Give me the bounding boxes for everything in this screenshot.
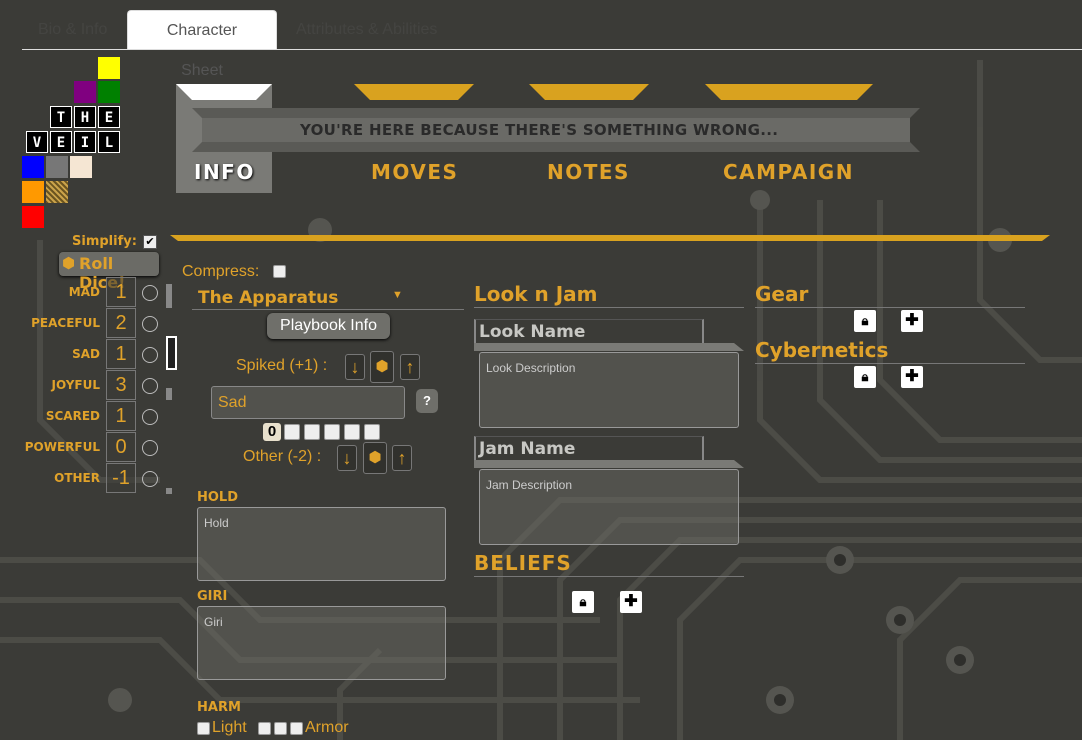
attr-label-mad: MAD [68, 285, 100, 299]
spiked-down-arrow-icon[interactable]: ↓ [345, 354, 365, 380]
attr-radio-mad[interactable] [142, 285, 158, 301]
gear-title: Gear [755, 282, 1025, 308]
harm-checkbox[interactable] [258, 722, 271, 735]
chevron-down-icon: ▼ [392, 289, 403, 301]
cybernetics-lock-icon[interactable]: 🔒︎ [854, 366, 876, 388]
gear-add-icon[interactable]: ✚ [901, 310, 923, 332]
help-button[interactable]: ? [416, 389, 438, 413]
spiked-dice-icon[interactable]: ⬢ [370, 351, 394, 383]
attr-value-powerful[interactable]: 0 [106, 432, 136, 462]
jam-name-field[interactable]: Jam Name [474, 436, 744, 469]
harm-light-checkbox[interactable] [197, 722, 210, 735]
playbook-info-button[interactable]: Playbook Info [267, 313, 390, 339]
giri-textarea[interactable]: Giri [197, 606, 446, 680]
attr-label-other: OTHER [54, 471, 100, 485]
dice-icon: ⬢ [62, 255, 76, 272]
harm-light-label: Light [212, 719, 247, 736]
beliefs-title: BELIEFS [474, 551, 744, 577]
nav-banner-text: YOU'RE HERE BECAUSE THERE'S SOMETHING WR… [300, 121, 779, 139]
counter-checkbox[interactable] [324, 424, 340, 440]
attr-radio-peaceful[interactable] [142, 316, 158, 332]
spiked-attribute-input[interactable]: Sad [211, 386, 405, 419]
scroll-marker [166, 388, 172, 400]
field-underline [474, 460, 744, 468]
field-underline [474, 343, 744, 351]
cybernetics-add-icon[interactable]: ✚ [901, 366, 923, 388]
scroll-marker-active[interactable] [166, 336, 177, 370]
look-n-jam-title: Look n Jam [474, 282, 744, 308]
jam-name-placeholder: Jam Name [479, 439, 576, 459]
attr-radio-powerful[interactable] [142, 440, 158, 456]
compress-checkbox[interactable] [273, 265, 286, 278]
tab-notes[interactable]: NOTES [547, 160, 630, 184]
look-name-placeholder: Look Name [479, 322, 586, 342]
compress-label: Compress: [182, 263, 260, 280]
counter-checkbox[interactable] [344, 424, 360, 440]
jam-description-textarea[interactable]: Jam Description [479, 469, 739, 545]
tab-info[interactable]: INFO [194, 160, 255, 184]
beliefs-lock-icon[interactable]: 🔒︎ [572, 591, 594, 613]
spiked-label: Spiked (+1) : [236, 357, 328, 374]
attr-value-scared[interactable]: 1 [106, 401, 136, 431]
harm-armor-checkbox[interactable] [290, 722, 303, 735]
other-down-arrow-icon[interactable]: ↓ [337, 445, 357, 471]
attr-value-mad[interactable]: 1 [106, 277, 136, 307]
other-label: Other (-2) : [243, 448, 322, 465]
scroll-marker [166, 488, 172, 494]
simplify-label: Simplify: [72, 234, 137, 249]
tab-campaign[interactable]: CAMPAIGN [723, 160, 854, 184]
attr-label-joyful: JOYFUL [51, 378, 100, 392]
attr-label-scared: SCARED [45, 409, 100, 423]
attr-label-sad: SAD [72, 347, 100, 361]
harm-checkbox[interactable] [274, 722, 287, 735]
tab-bio-info[interactable]: Bio & Info [22, 10, 123, 50]
harm-armor-label: Armor [305, 719, 349, 736]
tab-character-sheet[interactable]: Character Sheet [127, 10, 277, 79]
harm-title: HARM [197, 700, 241, 715]
simplify-checkbox[interactable]: ✔ [143, 235, 157, 249]
look-description-textarea[interactable]: Look Description [479, 352, 739, 428]
attr-radio-scared[interactable] [142, 409, 158, 425]
attr-label-powerful: POWERFUL [24, 440, 100, 454]
attr-value-sad[interactable]: 1 [106, 339, 136, 369]
attr-label-peaceful: PEACEFUL [31, 316, 100, 330]
hold-textarea[interactable]: Hold [197, 507, 446, 581]
spiked-up-arrow-icon[interactable]: ↑ [400, 354, 420, 380]
beliefs-add-icon[interactable]: ✚ [620, 591, 642, 613]
attr-value-peaceful[interactable]: 2 [106, 308, 136, 338]
attr-radio-sad[interactable] [142, 347, 158, 363]
roll-dice-button[interactable]: ⬢ Roll Dice! [59, 252, 159, 292]
counter-value[interactable]: 0 [263, 423, 281, 441]
other-dice-icon[interactable]: ⬢ [363, 442, 387, 474]
attr-value-other[interactable]: -1 [106, 463, 136, 493]
counter-checkbox[interactable] [364, 424, 380, 440]
scroll-marker [166, 284, 172, 308]
tab-divider [22, 49, 1082, 50]
cybernetics-title: Cybernetics [755, 338, 1025, 364]
gold-divider [170, 235, 1050, 241]
gear-lock-icon[interactable]: 🔒︎ [854, 310, 876, 332]
attr-radio-other[interactable] [142, 471, 158, 487]
attr-value-joyful[interactable]: 3 [106, 370, 136, 400]
look-name-field[interactable]: Look Name [474, 319, 744, 352]
counter-checkbox[interactable] [284, 424, 300, 440]
playbook-select[interactable]: The Apparatus ▼ [192, 285, 464, 310]
tab-attributes-abilities[interactable]: Attributes & Abilities [280, 10, 453, 50]
hold-title: HOLD [197, 490, 239, 505]
tab-moves[interactable]: MOVES [371, 160, 458, 184]
playbook-value: The Apparatus [198, 288, 339, 308]
giri-title: GIRI [197, 589, 228, 604]
attr-radio-joyful[interactable] [142, 378, 158, 394]
counter-checkbox[interactable] [304, 424, 320, 440]
other-up-arrow-icon[interactable]: ↑ [392, 445, 412, 471]
